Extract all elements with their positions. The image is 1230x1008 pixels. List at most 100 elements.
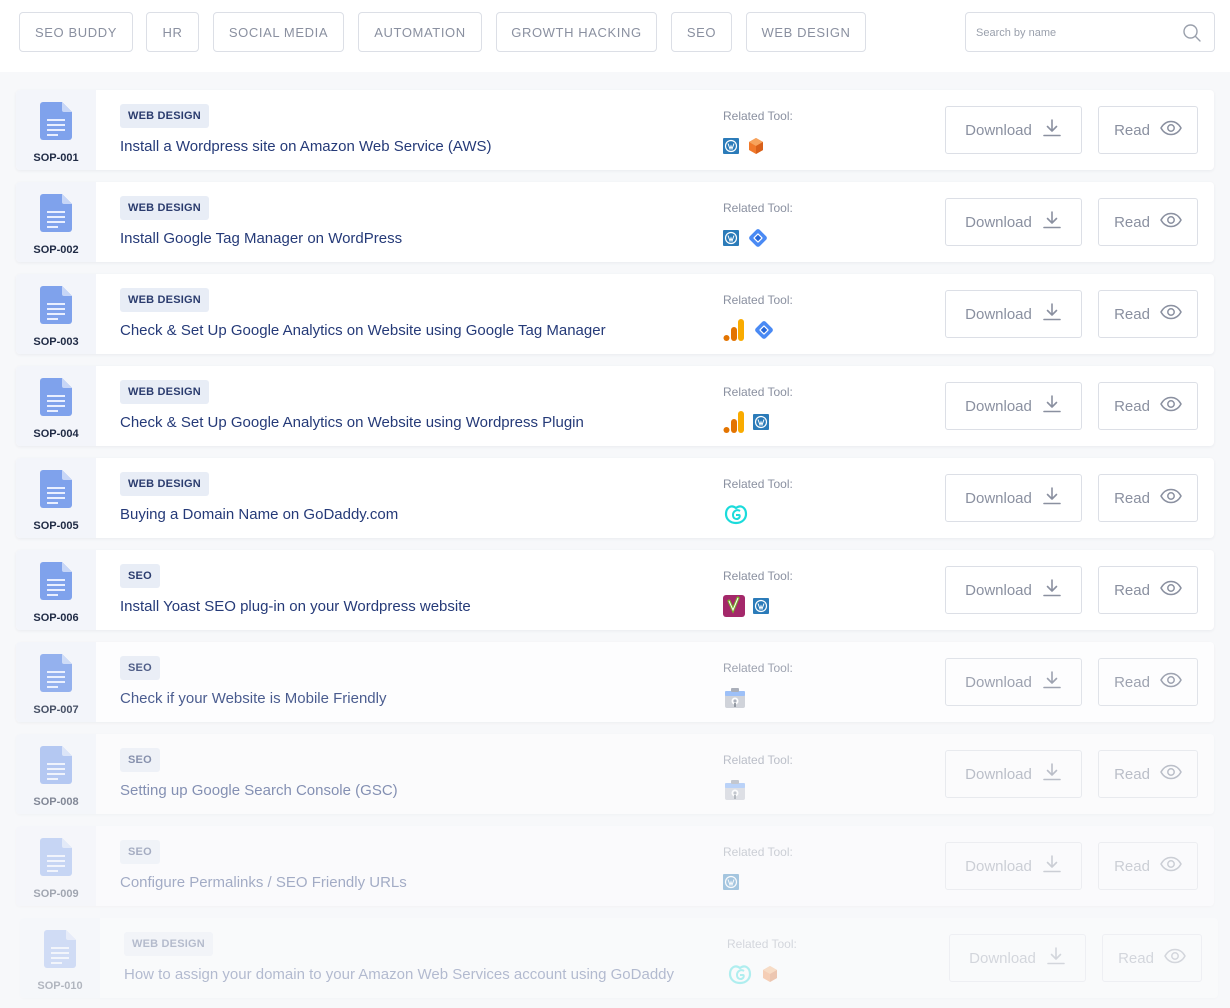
sop-code: SOP-003: [33, 336, 79, 348]
related-tool-label: Related Tool:: [723, 845, 793, 859]
sop-code: SOP-009: [33, 888, 79, 900]
sop-side-panel: SOP-010: [20, 918, 100, 998]
sop-card: SOP-007 SEO Check if your Website is Mobil…: [16, 642, 1214, 722]
google-tag-manager-icon: [747, 227, 769, 249]
download-icon: [1042, 670, 1062, 694]
filter-automation[interactable]: AUTOMATION: [358, 12, 482, 52]
wordpress-icon: [753, 414, 769, 430]
download-button[interactable]: Download: [945, 198, 1082, 246]
document-icon: [40, 470, 72, 513]
document-icon: [40, 838, 72, 881]
read-label: Read: [1114, 857, 1150, 875]
wordpress-icon: [723, 874, 739, 890]
read-label: Read: [1114, 581, 1150, 599]
godaddy-icon: [723, 502, 749, 526]
filter-seo[interactable]: SEO: [671, 12, 732, 52]
sop-code: SOP-005: [33, 520, 79, 532]
download-label: Download: [965, 765, 1032, 783]
sop-side-panel: SOP-001: [16, 90, 96, 170]
download-icon: [1042, 210, 1062, 234]
sop-side-panel: SOP-009: [16, 826, 96, 906]
sop-title[interactable]: Check if your Website is Mobile Friendly: [120, 690, 386, 707]
category-badge: SEO: [120, 656, 160, 680]
related-tools: [723, 411, 769, 433]
sop-title[interactable]: Configure Permalinks / SEO Friendly URLs: [120, 874, 407, 891]
read-button[interactable]: Read: [1102, 934, 1202, 982]
eye-icon: [1160, 856, 1182, 876]
category-badge: SEO: [120, 564, 160, 588]
category-badge: WEB DESIGN: [120, 472, 209, 496]
read-button[interactable]: Read: [1098, 106, 1198, 154]
sop-title[interactable]: Setting up Google Search Console (GSC): [120, 782, 398, 799]
aws-icon: [761, 965, 779, 983]
read-button[interactable]: Read: [1098, 198, 1198, 246]
read-label: Read: [1114, 121, 1150, 139]
sop-card: SOP-003 WEB DESIGN Check & Set Up Google A…: [16, 274, 1214, 354]
sop-code: SOP-010: [37, 980, 83, 992]
yoast-icon: [723, 595, 745, 617]
read-button[interactable]: Read: [1098, 750, 1198, 798]
download-icon: [1042, 762, 1062, 786]
download-icon: [1046, 946, 1066, 970]
filter-hr[interactable]: HR: [146, 12, 199, 52]
sop-side-panel: SOP-005: [16, 458, 96, 538]
sop-side-panel: SOP-008: [16, 734, 96, 814]
document-icon: [44, 930, 76, 973]
related-tool-label: Related Tool:: [723, 753, 793, 767]
download-label: Download: [965, 121, 1032, 139]
related-tool-label: Related Tool:: [723, 201, 793, 215]
download-icon: [1042, 578, 1062, 602]
download-button[interactable]: Download: [945, 474, 1082, 522]
download-button[interactable]: Download: [945, 566, 1082, 614]
download-button[interactable]: Download: [945, 106, 1082, 154]
download-label: Download: [965, 489, 1032, 507]
read-button[interactable]: Read: [1098, 658, 1198, 706]
sop-card: SOP-008 SEO Setting up Google Search Conso…: [16, 734, 1214, 814]
sop-title[interactable]: How to assign your domain to your Amazon…: [124, 966, 674, 983]
related-tools: [723, 871, 739, 893]
related-tool-label: Related Tool:: [723, 293, 793, 307]
search-input[interactable]: [976, 23, 1176, 43]
sop-code: SOP-001: [33, 152, 79, 164]
search-icon[interactable]: [1182, 23, 1202, 43]
filter-seo-buddy[interactable]: SEO BUDDY: [19, 12, 133, 52]
filter-web-design[interactable]: WEB DESIGN: [746, 12, 866, 52]
godaddy-icon: [727, 962, 753, 986]
download-button[interactable]: Download: [949, 934, 1086, 982]
related-tool-label: Related Tool:: [723, 109, 793, 123]
read-button[interactable]: Read: [1098, 842, 1198, 890]
download-button[interactable]: Download: [945, 658, 1082, 706]
read-button[interactable]: Read: [1098, 290, 1198, 338]
download-button[interactable]: Download: [945, 842, 1082, 890]
read-button[interactable]: Read: [1098, 566, 1198, 614]
read-label: Read: [1118, 949, 1154, 967]
download-icon: [1042, 394, 1062, 418]
category-badge: WEB DESIGN: [120, 104, 209, 128]
sop-title[interactable]: Install Google Tag Manager on WordPress: [120, 230, 402, 247]
document-icon: [40, 562, 72, 605]
related-tool-label: Related Tool:: [723, 477, 793, 491]
filter-growth-hacking[interactable]: GROWTH HACKING: [496, 12, 657, 52]
sop-title[interactable]: Buying a Domain Name on GoDaddy.com: [120, 506, 398, 523]
sop-title[interactable]: Check & Set Up Google Analytics on Websi…: [120, 322, 606, 339]
sop-card: SOP-005 WEB DESIGN Buying a Domain Name on…: [16, 458, 1214, 538]
read-label: Read: [1114, 397, 1150, 415]
download-button[interactable]: Download: [945, 750, 1082, 798]
download-button[interactable]: Download: [945, 382, 1082, 430]
download-label: Download: [965, 213, 1032, 231]
sop-title[interactable]: Check & Set Up Google Analytics on Websi…: [120, 414, 584, 431]
related-tools: [723, 503, 749, 525]
wordpress-icon: [723, 138, 739, 154]
category-badge: WEB DESIGN: [120, 380, 209, 404]
download-label: Download: [965, 581, 1032, 599]
sop-title[interactable]: Install Yoast SEO plug-in on your Wordpr…: [120, 598, 471, 615]
eye-icon: [1160, 580, 1182, 600]
download-button[interactable]: Download: [945, 290, 1082, 338]
read-button[interactable]: Read: [1098, 474, 1198, 522]
filter-social-media[interactable]: SOCIAL MEDIA: [213, 12, 344, 52]
sop-title[interactable]: Install a Wordpress site on Amazon Web S…: [120, 138, 492, 155]
sop-card: SOP-009 SEO Configure Permalinks / SEO Fri…: [16, 826, 1214, 906]
read-button[interactable]: Read: [1098, 382, 1198, 430]
category-badge: SEO: [120, 840, 160, 864]
eye-icon: [1160, 304, 1182, 324]
